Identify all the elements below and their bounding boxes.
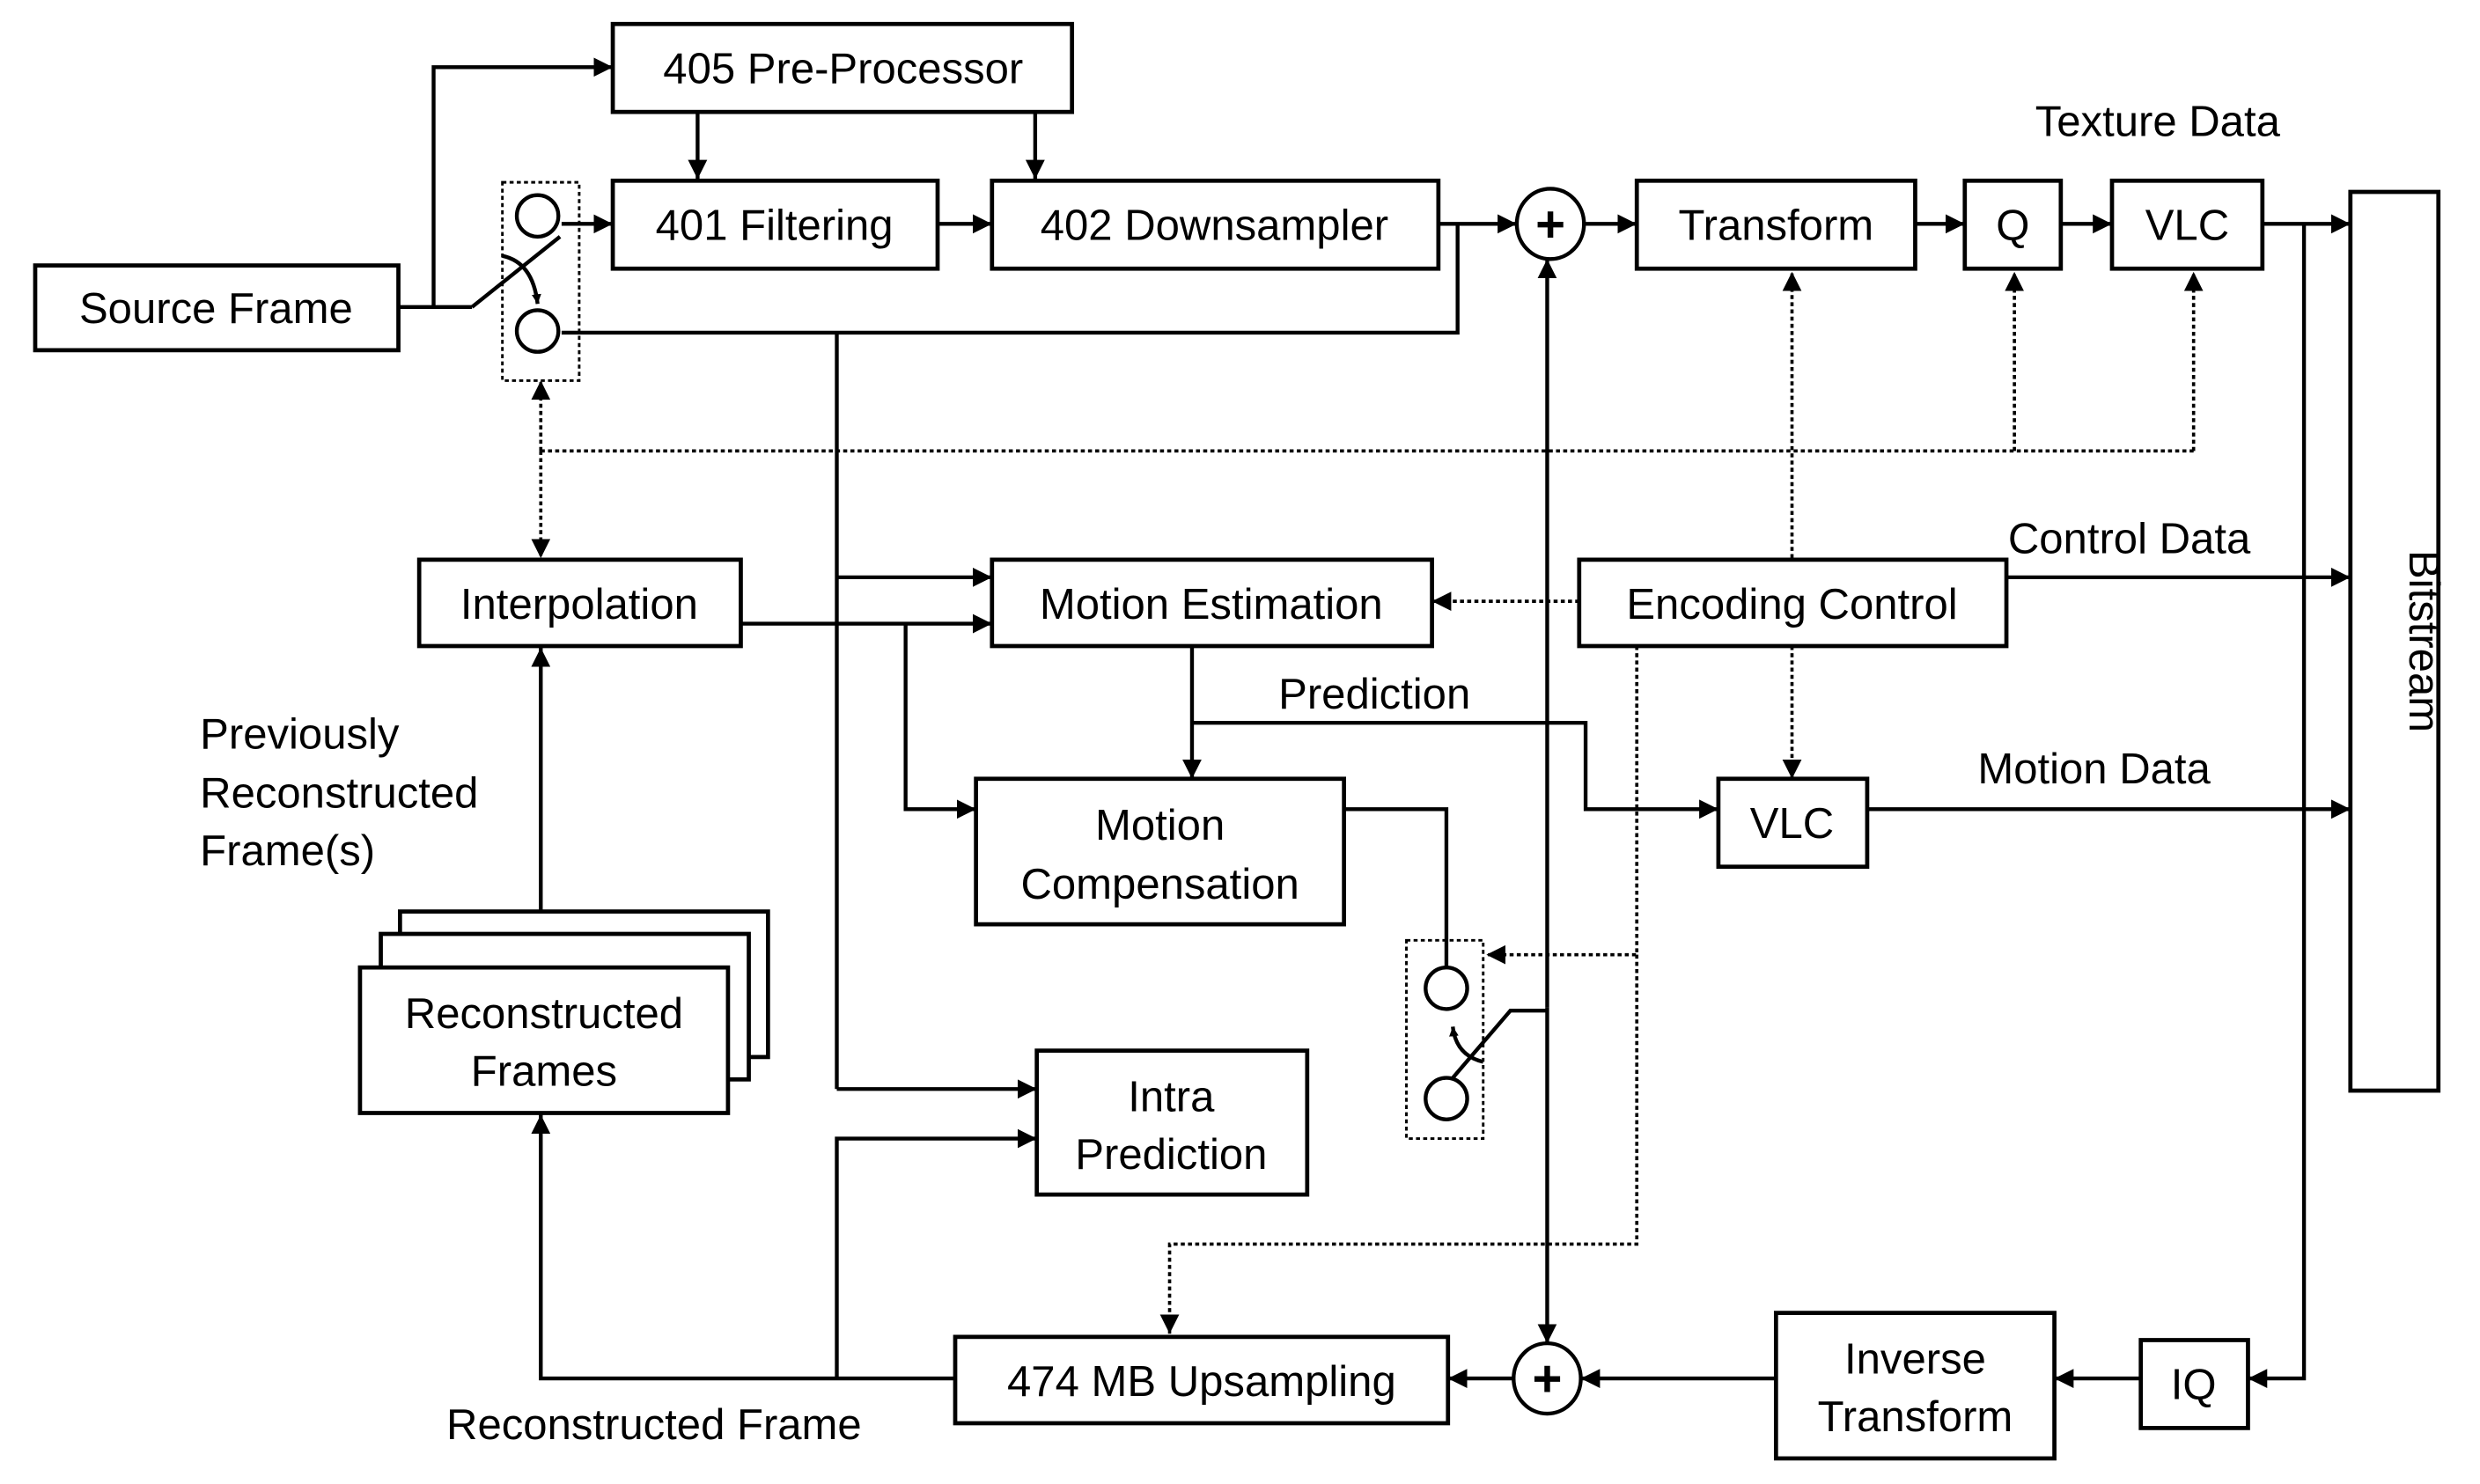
quantizer-label: Q: [1996, 202, 2029, 250]
wire-upsampling-out: [531, 1114, 955, 1381]
wire-feedback-to-iq: [2248, 224, 2307, 1388]
switch-toggle-arc: [1449, 1026, 1484, 1064]
block-interpolation: Interpolation: [416, 557, 743, 649]
block-quantizer: Q: [1962, 178, 2064, 271]
plus-icon: +: [1532, 1350, 1562, 1407]
summing-node-bottom: +: [1512, 1341, 1583, 1416]
block-filtering: 401 Filtering: [610, 178, 940, 271]
reconstructed-frames-label-2: Frames: [471, 1048, 617, 1096]
wire-source-to-preprocessor: [431, 57, 614, 307]
switch-contact-bottom: [514, 308, 561, 354]
block-source-frame: Source Frame: [33, 263, 401, 353]
switch-contact-bottom: [1424, 1076, 1469, 1121]
control-connections: [531, 271, 2204, 1334]
input-switch: [501, 180, 581, 382]
reconstructed-frame-label: Reconstructed Frame: [446, 1401, 862, 1449]
block-motion-estimation: Motion Estimation: [990, 557, 1434, 649]
block-pre-processor: 405 Pre-Processor: [610, 21, 1075, 114]
ctrl-to-switch2: [1486, 645, 1639, 965]
previously-label-2: Reconstructed: [200, 769, 478, 817]
block-vlc-motion: VLC: [1716, 776, 1870, 870]
block-downsampler: 402 Downsampler: [990, 178, 1441, 271]
vlc-texture-label: VLC: [2145, 202, 2229, 250]
switch-arm-top: [470, 235, 562, 309]
motion-data-label: Motion Data: [1977, 746, 2211, 793]
motion-estimation-label: Motion Estimation: [1040, 581, 1383, 628]
intra-prediction-label-2: Prediction: [1075, 1131, 1267, 1179]
switch-contact-top: [514, 193, 561, 239]
block-vlc-texture: VLC: [2109, 178, 2265, 271]
motion-compensation-label-2: Compensation: [1020, 861, 1299, 908]
pre-processor-label: 405 Pre-Processor: [663, 45, 1023, 92]
inverse-transform-label-2: Transform: [1818, 1393, 2013, 1441]
summing-node-top: +: [1514, 187, 1586, 261]
encoder-block-diagram: Source Frame 405 Pre-Processor 401 Filte…: [33, 21, 2447, 1461]
block-intra-prediction: Intra Prediction: [1034, 1048, 1310, 1197]
wire-mc-to-switch: [1343, 807, 1449, 966]
mb-upsampling-label: 474 MB Upsampling: [1007, 1358, 1396, 1406]
block-bitstream: Bitstream: [2348, 189, 2447, 1093]
intra-prediction-label-1: Intra: [1128, 1074, 1215, 1121]
previously-label-1: Previously: [200, 710, 400, 758]
source-frame-label: Source Frame: [79, 285, 353, 333]
filtering-label: 401 Filtering: [656, 202, 894, 250]
vlc-motion-label: VLC: [1750, 800, 1834, 848]
reconstructed-frames-label-1: Reconstructed: [405, 990, 683, 1038]
switch-contact-top: [1424, 965, 1469, 1011]
prediction-label: Prediction: [1278, 671, 1470, 718]
wire-interp-to-mc: [903, 623, 976, 819]
prediction-switch: [1405, 938, 1485, 1141]
transform-label: Transform: [1678, 202, 1873, 250]
block-inverse-quantizer: IQ: [2138, 1338, 2250, 1430]
downsampler-label: 402 Downsampler: [1041, 202, 1388, 250]
bitstream-label: Bitstream: [2400, 550, 2447, 732]
previously-label-3: Frame(s): [200, 827, 375, 875]
block-encoding-control: Encoding Control: [1577, 557, 2009, 649]
block-reconstructed-frames: Reconstructed Frames: [357, 909, 770, 1115]
motion-compensation-label-1: Motion: [1095, 802, 1225, 849]
plus-icon: +: [1535, 195, 1565, 253]
texture-data-label: Texture Data: [2035, 98, 2281, 145]
encoding-control-label: Encoding Control: [1626, 581, 1957, 628]
iq-label: IQ: [2171, 1362, 2217, 1409]
block-motion-compensation: Motion Compensation: [974, 776, 1346, 927]
block-mb-upsampling: 474 MB Upsampling: [953, 1334, 1451, 1426]
block-inverse-transform: Inverse Transform: [1773, 1311, 2057, 1461]
block-transform: Transform: [1634, 178, 1917, 271]
interpolation-label: Interpolation: [460, 581, 698, 628]
inverse-transform-label-1: Inverse: [1844, 1336, 1986, 1384]
control-data-label: Control Data: [2008, 516, 2251, 563]
